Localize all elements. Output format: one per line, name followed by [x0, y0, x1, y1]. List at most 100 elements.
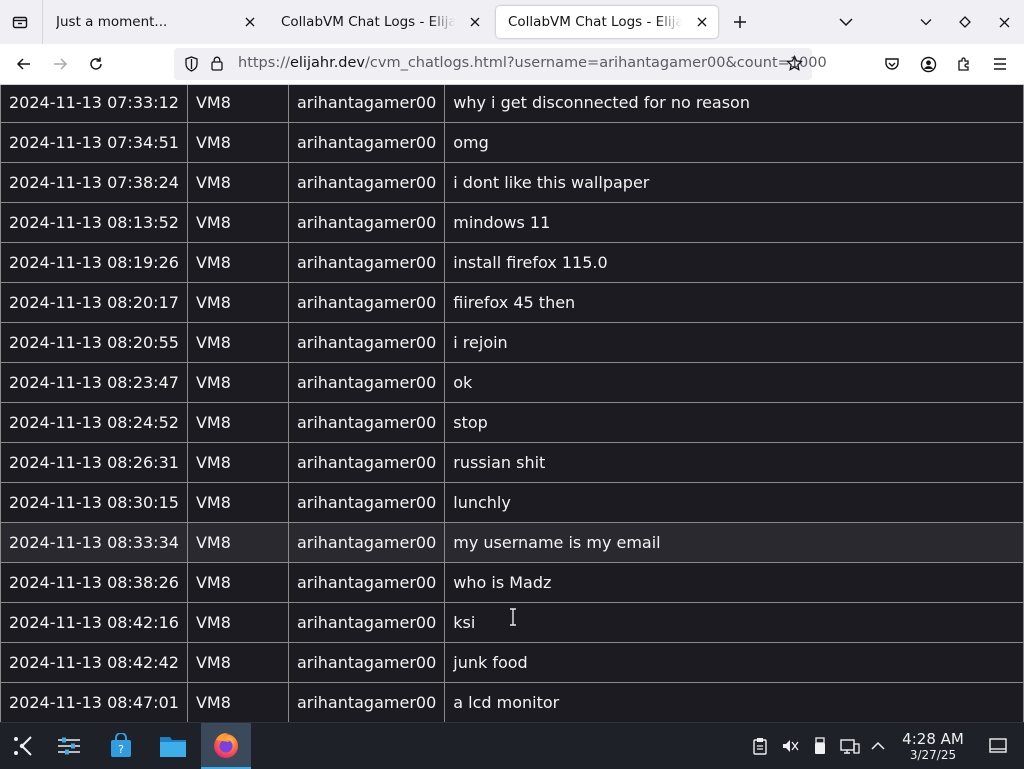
tracking-protection-shield-icon[interactable]: [184, 56, 199, 76]
row-username: arihantagamer00: [287, 282, 446, 323]
close-icon[interactable]: [465, 12, 485, 32]
close-window-button[interactable]: [990, 8, 1018, 36]
removable-device-icon[interactable]: [810, 736, 830, 756]
reload-button[interactable]: [82, 50, 110, 78]
row-timestamp: 2024-11-13 08:20:17: [0, 282, 188, 323]
row-vm: VM8: [186, 402, 289, 443]
row-message: russian shit: [444, 442, 1024, 483]
close-icon[interactable]: [692, 12, 712, 32]
puzzle-icon: [958, 57, 969, 71]
row-vm: VM8: [186, 85, 289, 123]
url-domain: elijahr.dev: [289, 55, 366, 71]
row-timestamp: 2024-11-13 08:42:16: [0, 602, 188, 643]
row-vm: VM8: [186, 602, 289, 643]
row-vm: VM8: [186, 122, 289, 163]
digital-clock[interactable]: 4:28 AM 3/27/25: [896, 731, 970, 763]
table-row: 2024-11-13 07:38:24 VM8 arihantagamer00 i d…: [0, 162, 1024, 203]
row-username: arihantagamer00: [287, 242, 446, 283]
application-launcher-icon[interactable]: [2, 726, 42, 766]
volume-muted-icon[interactable]: [780, 736, 800, 756]
discover-store-icon[interactable]: ?: [101, 726, 141, 766]
table-row: 2024-11-13 08:38:26 VM8 arihantagamer00 who…: [0, 562, 1024, 603]
list-all-tabs-button[interactable]: [832, 8, 860, 36]
show-desktop-icon[interactable]: [988, 736, 1008, 756]
row-message: why i get disconnected for no reason: [444, 85, 1024, 123]
bookmark-star-icon[interactable]: [786, 54, 803, 76]
clock-date: 3/27/25: [909, 748, 957, 762]
firefox-icon[interactable]: [201, 723, 251, 769]
url-scheme: https://: [238, 55, 290, 71]
tab-collabvm-logs-1[interactable]: CollabVM Chat Logs - Elijahr's: [269, 6, 491, 38]
table-row: 2024-11-13 08:30:15 VM8 arihantagamer00 lun…: [0, 482, 1024, 523]
text-cursor-icon: [510, 608, 516, 626]
row-vm: VM8: [186, 202, 289, 243]
hamburger-menu-icon: [994, 58, 1006, 70]
row-message: install firefox 115.0: [444, 242, 1024, 283]
url-text[interactable]: https://elijahr.dev/cvm_chatlogs.html?us…: [238, 55, 827, 71]
minimize-window-button[interactable]: [912, 8, 940, 36]
row-timestamp: 2024-11-13 08:26:31: [0, 442, 188, 483]
row-timestamp: 2024-11-13 07:33:12: [0, 85, 188, 123]
app-menu-button[interactable]: [986, 50, 1014, 78]
pocket-button[interactable]: [878, 50, 906, 78]
close-icon[interactable]: [240, 12, 260, 32]
chat-log-table: 2024-11-13 07:33:12 VM8 arihantagamer00 why…: [0, 85, 1024, 722]
row-username: arihantagamer00: [287, 162, 446, 203]
row-timestamp: 2024-11-13 07:34:51: [0, 122, 188, 163]
table-row: 2024-11-13 08:24:52 VM8 arihantagamer00 sto…: [0, 402, 1024, 443]
row-timestamp: 2024-11-13 08:30:15: [0, 482, 188, 523]
row-timestamp: 2024-11-13 08:24:52: [0, 402, 188, 443]
maximize-window-button[interactable]: [951, 8, 979, 36]
new-tab-button[interactable]: [726, 8, 754, 36]
page-content: 2024-11-13 07:33:12 VM8 arihantagamer00 why…: [0, 85, 1024, 722]
row-username: arihantagamer00: [287, 642, 446, 683]
row-vm: VM8: [186, 282, 289, 323]
account-icon: [920, 56, 936, 72]
row-username: arihantagamer00: [287, 322, 446, 363]
minimize-icon: [920, 19, 932, 26]
tab-just-a-moment[interactable]: Just a moment...: [44, 6, 266, 38]
row-timestamp: 2024-11-13 08:42:42: [0, 642, 188, 683]
row-vm: VM8: [186, 522, 289, 563]
row-username: arihantagamer00: [287, 482, 446, 523]
chevron-up-icon[interactable]: [868, 736, 888, 756]
row-message: junk food: [444, 642, 1024, 683]
tab-separator: [42, 0, 43, 44]
tab-overview-icon[interactable]: [6, 8, 34, 36]
row-timestamp: 2024-11-13 08:20:55: [0, 322, 188, 363]
row-vm: VM8: [186, 362, 289, 403]
row-username: arihantagamer00: [287, 85, 446, 123]
url-bar[interactable]: https://elijahr.dev/cvm_chatlogs.html?us…: [174, 48, 827, 80]
row-message: i rejoin: [444, 322, 1024, 363]
arrow-left-icon: [16, 58, 30, 70]
network-icon[interactable]: [840, 736, 860, 756]
row-timestamp: 2024-11-13 08:13:52: [0, 202, 188, 243]
row-vm: VM8: [186, 482, 289, 523]
extensions-button[interactable]: [950, 50, 978, 78]
row-timestamp: 2024-11-13 07:38:24: [0, 162, 188, 203]
back-button[interactable]: [10, 50, 38, 78]
table-row: 2024-11-13 08:42:42 VM8 arihantagamer00 jun…: [0, 642, 1024, 683]
clipboard-icon[interactable]: [750, 736, 770, 756]
tab-title: Just a moment...: [56, 14, 168, 30]
maximize-icon: [959, 16, 971, 28]
table-row: 2024-11-13 08:26:31 VM8 arihantagamer00 rus…: [0, 442, 1024, 483]
tab-collabvm-logs-active[interactable]: CollabVM Chat Logs - Elijahr's: [496, 6, 718, 38]
account-button[interactable]: [914, 50, 942, 78]
row-timestamp: 2024-11-13 08:23:47: [0, 362, 188, 403]
row-message: a lcd monitor: [444, 682, 1024, 722]
row-username: arihantagamer00: [287, 562, 446, 603]
chevron-down-icon: [839, 18, 853, 27]
forward-button[interactable]: [46, 50, 74, 78]
close-icon: [999, 17, 1009, 27]
file-manager-icon[interactable]: [153, 726, 193, 766]
row-vm: VM8: [186, 162, 289, 203]
row-message: fiirefox 45 then: [444, 282, 1024, 323]
row-username: arihantagamer00: [287, 202, 446, 243]
reload-icon: [90, 57, 102, 70]
row-username: arihantagamer00: [287, 522, 446, 563]
row-message: mindows 11: [444, 202, 1024, 243]
system-settings-icon[interactable]: [49, 726, 89, 766]
table-row: 2024-11-13 08:20:17 VM8 arihantagamer00 fii…: [0, 282, 1024, 323]
lock-icon[interactable]: [210, 55, 224, 76]
